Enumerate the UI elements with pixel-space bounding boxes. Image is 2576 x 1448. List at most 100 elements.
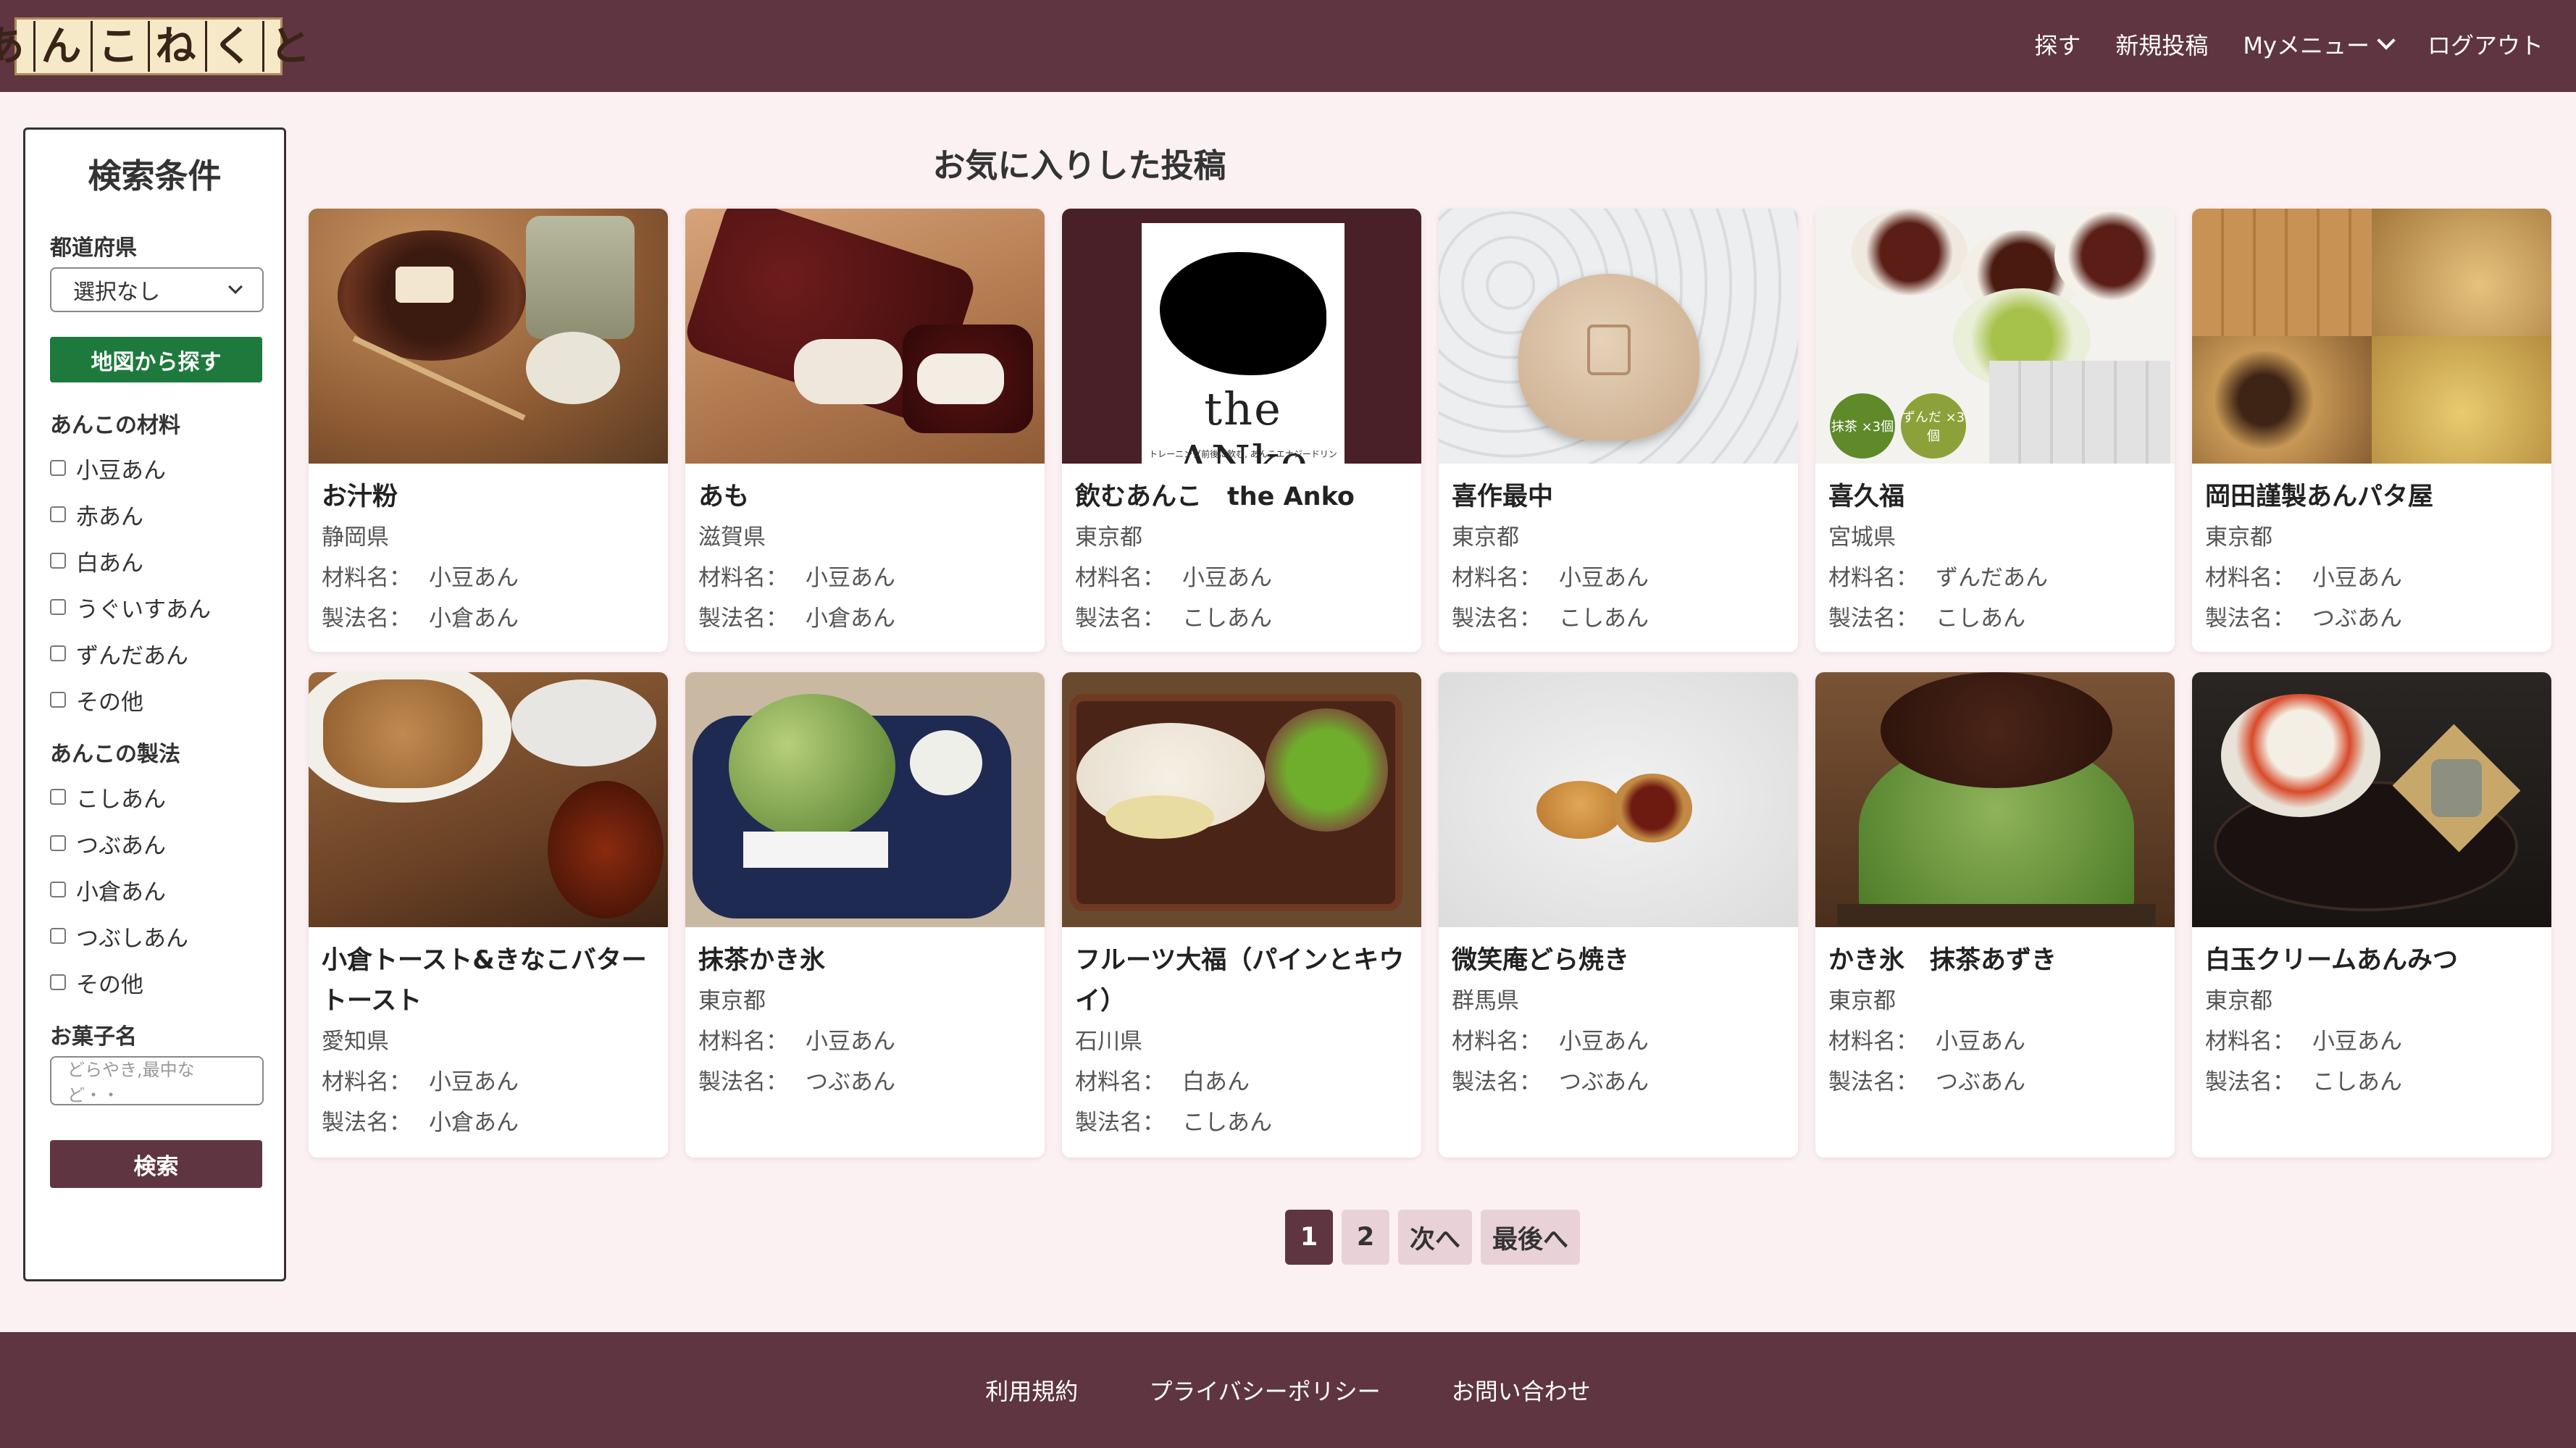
nav-my-menu[interactable]: Myメニュー xyxy=(2243,28,2396,61)
next-page-button[interactable]: 次へ xyxy=(1398,1210,1473,1265)
checkbox[interactable] xyxy=(50,882,66,897)
post-card[interactable]: あも 滋賀県 材料名： 小豆あん 製法名： 小倉あん xyxy=(685,209,1045,652)
checkbox[interactable] xyxy=(50,460,66,476)
post-card[interactable]: かき氷 抹茶あずき 東京都 材料名： 小豆あん 製法名： つぶあん xyxy=(1815,672,2175,1158)
post-card[interactable]: 岡田謹製あんパタ屋 東京都 材料名： 小豆あん 製法名： つぶあん xyxy=(2192,209,2551,652)
checkbox[interactable] xyxy=(50,553,66,569)
post-prefecture: 東京都 xyxy=(2205,524,2272,551)
method-key: 製法名： xyxy=(322,1110,411,1136)
sweet-name-input[interactable]: どらやき,最中など・・ xyxy=(50,1056,264,1105)
site-logo[interactable]: あ ん こ ね く と xyxy=(0,17,311,75)
contact-link[interactable]: お問い合わせ xyxy=(1452,1373,1591,1407)
checkbox-label: つぶしあん xyxy=(76,925,188,952)
post-method: 製法名： つぶあん xyxy=(2205,598,2538,639)
method-key: 製法名： xyxy=(322,606,411,632)
material-value: 小豆あん xyxy=(806,1029,895,1055)
material-key: 材料名： xyxy=(2205,565,2295,591)
material-key: 材料名： xyxy=(2205,1029,2295,1055)
method-value: 小倉あん xyxy=(429,1110,519,1136)
post-material: 材料名： 小豆あん xyxy=(322,558,655,598)
method-key: 製法名： xyxy=(1452,606,1542,632)
method-value: つぶあん xyxy=(1936,1069,2025,1095)
checkbox-label: つぶあん xyxy=(76,832,166,859)
page-2-button[interactable]: 2 xyxy=(1342,1210,1389,1265)
post-card[interactable]: 抹茶 ×3個 ずんだ ×3個 喜久福 宮城県 材料名： ずんだあん 製法名： こしあ… xyxy=(1815,209,2175,652)
post-prefecture: 群馬県 xyxy=(1452,988,1519,1014)
post-method: 製法名： こしあん xyxy=(2205,1062,2538,1102)
post-title: 喜作最中 xyxy=(1452,482,1554,511)
checkbox[interactable] xyxy=(50,599,66,615)
post-title: フルーツ大福（パインとキウイ） xyxy=(1075,946,1405,1016)
post-card[interactable]: 白玉クリームあんみつ 東京都 材料名： 小豆あん 製法名： こしあん xyxy=(2192,672,2551,1158)
method-key: 製法名： xyxy=(1828,1069,1918,1095)
material-key: 材料名： xyxy=(1828,1029,1918,1055)
search-button[interactable]: 検索 xyxy=(50,1140,262,1188)
post-method: 製法名： こしあん xyxy=(1452,598,1785,639)
material-option[interactable]: 白あん xyxy=(50,537,259,584)
checkbox[interactable] xyxy=(50,928,66,944)
method-option[interactable]: つぶあん xyxy=(50,820,259,866)
checkbox-label: 小倉あん xyxy=(76,879,166,905)
material-option[interactable]: 小豆あん xyxy=(50,445,259,491)
checkbox[interactable] xyxy=(50,835,66,851)
prefecture-label: 都道府県 xyxy=(50,235,137,261)
material-option[interactable]: その他 xyxy=(50,677,259,723)
post-card[interactable]: 抹茶かき氷 東京都 材料名： 小豆あん 製法名： つぶあん xyxy=(685,672,1045,1158)
post-card[interactable]: 喜作最中 東京都 材料名： 小豆あん 製法名： こしあん xyxy=(1439,209,1798,652)
nav-new-post[interactable]: 新規投稿 xyxy=(2115,28,2208,61)
post-title: 喜久福 xyxy=(1828,482,1905,511)
material-option[interactable]: 赤あん xyxy=(50,491,259,537)
post-title: 抹茶かき氷 xyxy=(698,946,826,975)
logo-text: あ ん こ ね く と xyxy=(0,21,319,72)
post-image-anko-drink: the ANko トレーニング前後に飲む, あんこエナジードリンク xyxy=(1062,209,1421,464)
method-key: 製法名： xyxy=(698,1069,788,1095)
material-option[interactable]: ずんだあん xyxy=(50,630,259,677)
post-prefecture: 愛知県 xyxy=(322,1029,389,1055)
post-prefecture: 静岡県 xyxy=(322,524,389,551)
method-option[interactable]: その他 xyxy=(50,959,259,1005)
checkbox[interactable] xyxy=(50,974,66,990)
post-image-dorayaki xyxy=(1439,672,1798,927)
post-prefecture: 石川県 xyxy=(1075,1029,1142,1055)
method-key: 製法名： xyxy=(1828,606,1918,632)
method-option[interactable]: つぶしあん xyxy=(50,913,259,959)
checkbox[interactable] xyxy=(50,645,66,661)
checkbox[interactable] xyxy=(50,789,66,805)
checkbox-label: 白あん xyxy=(76,550,143,577)
post-method: 製法名： つぶあん xyxy=(1828,1062,2162,1102)
method-option[interactable]: こしあん xyxy=(50,774,259,820)
post-method: 製法名： こしあん xyxy=(1075,1102,1408,1143)
material-value: 小豆あん xyxy=(429,1069,519,1095)
site-footer: 利用規約 プライバシーポリシー お問い合わせ xyxy=(0,1332,2576,1448)
privacy-policy-link[interactable]: プライバシーポリシー xyxy=(1149,1373,1380,1407)
material-option[interactable]: うぐいすあん xyxy=(50,584,259,630)
post-material: 材料名： 小豆あん xyxy=(2205,1021,2538,1062)
nav-my-menu-label: Myメニュー xyxy=(2243,32,2370,59)
checkbox-label: こしあん xyxy=(76,786,166,813)
prefecture-select[interactable]: 選択なし xyxy=(50,267,264,312)
nav-logout[interactable]: ログアウト xyxy=(2427,28,2543,61)
terms-link[interactable]: 利用規約 xyxy=(985,1373,1078,1407)
post-card[interactable]: 微笑庵どら焼き 群馬県 材料名： 小豆あん 製法名： つぶあん xyxy=(1439,672,1798,1158)
map-search-button[interactable]: 地図から探す xyxy=(50,337,262,382)
last-page-button[interactable]: 最後へ xyxy=(1481,1210,1581,1265)
checkbox[interactable] xyxy=(50,692,66,708)
post-card[interactable]: フルーツ大福（パインとキウイ） 石川県 材料名： 白あん 製法名： こしあん xyxy=(1062,672,1421,1158)
method-option[interactable]: 小倉あん xyxy=(50,866,259,913)
post-title: 微笑庵どら焼き xyxy=(1452,946,1630,975)
material-key: 材料名： xyxy=(1828,565,1918,591)
post-card[interactable]: お汁粉 静岡県 材料名： 小豆あん 製法名： 小倉あん xyxy=(309,209,668,652)
post-title: あも xyxy=(698,482,750,511)
nav-search[interactable]: 探す xyxy=(2034,28,2081,61)
checkbox-label: 赤あん xyxy=(76,503,143,530)
method-value: つぶあん xyxy=(1559,1069,1649,1095)
material-key: 材料名： xyxy=(322,1069,411,1095)
chevron-down-icon xyxy=(2377,31,2396,50)
post-card[interactable]: the ANko トレーニング前後に飲む, あんこエナジードリンク 飲むあんこ … xyxy=(1062,209,1421,652)
post-title: 小倉トースト&きなこバタートースト xyxy=(322,946,647,1016)
checkbox[interactable] xyxy=(50,506,66,522)
page-1-button[interactable]: 1 xyxy=(1285,1210,1333,1265)
material-value: 小豆あん xyxy=(2312,1029,2402,1055)
post-method: 製法名： 小倉あん xyxy=(322,598,655,639)
post-card[interactable]: 小倉トースト&きなこバタートースト 愛知県 材料名： 小豆あん 製法名： 小倉あん xyxy=(309,672,668,1158)
